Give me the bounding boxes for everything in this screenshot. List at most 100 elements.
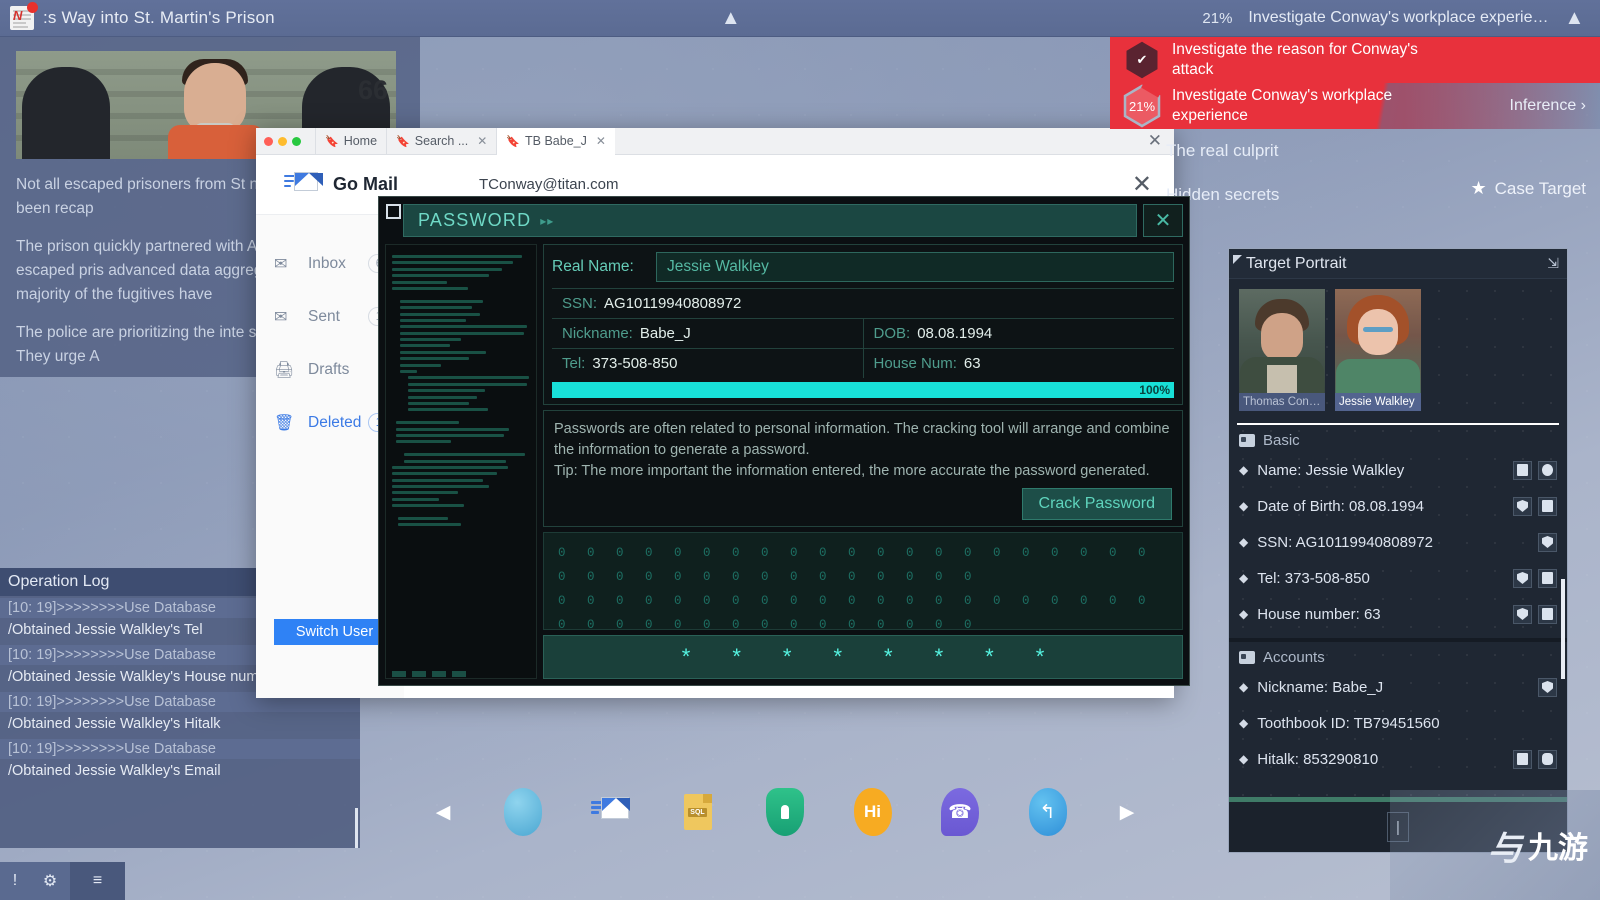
gomail-icon[interactable] [589,787,631,837]
collapse-icon[interactable]: ⇲ [1547,255,1559,272]
task-title[interactable]: Investigate Conway's workplace experie… [1248,9,1548,27]
password-char: * [985,644,994,669]
real-name-field: Real Name: Jessie Walkley [552,251,1174,283]
list-item[interactable]: ◆ Nickname: Babe_J [1239,669,1557,705]
minimize-window-dot[interactable] [278,136,287,146]
hi-messenger-icon[interactable]: Hi [852,787,894,837]
crack-progress-bar: 100% [552,382,1174,398]
portrait-card-jessie-walkley[interactable]: Jessie Walkley [1335,289,1421,419]
chevron-up-icon[interactable]: ▲ [721,8,742,28]
doc-icon[interactable] [1538,496,1557,516]
news-ticker-title[interactable]: :s Way into St. Martin's Prison [43,8,275,28]
ssn-value: AG10119940808972 [604,295,742,312]
close-window-dot[interactable] [264,136,273,146]
crack-password-button[interactable]: Crack Password [1021,488,1172,520]
cracker-hint-box: Passwords are often related to personal … [543,410,1183,527]
info-hitalk: Hitalk: 853290810 [1257,750,1379,768]
list-item[interactable]: ◆ House number: 63 [1239,596,1557,632]
sql-database-icon[interactable]: SQL [677,787,719,837]
browser-tab-search[interactable]: 🔖 Search ... ✕ [386,127,496,155]
cracker-titlebar: PASSWORD ▸▸ [403,204,1137,237]
objective-real-culprit[interactable]: The real culprit [1110,129,1600,173]
tel-cell[interactable]: Tel: 373-508-850 [552,349,863,378]
inference-button[interactable]: Inference › [1510,97,1600,115]
portrait-thumbnails: Thomas Conway Jessie Walkley [1229,279,1567,419]
list-item: [10: 19]>>>>>>>>Use Database /Obtained J… [0,739,360,784]
chevron-up-icon[interactable]: ▲ [1565,8,1586,28]
cracker-main: Real Name: Jessie Walkley SSN: AG1011994… [543,244,1183,679]
dock-prev-button[interactable]: ◀ [430,801,456,824]
shield-icon[interactable] [1513,604,1532,624]
dock-next-button[interactable]: ▶ [1114,801,1140,824]
objective-label: Investigate the reason for Conway's atta… [1172,41,1418,78]
info-nickname: Nickname: Babe_J [1257,678,1384,696]
password-shield-icon[interactable] [764,787,806,837]
list-item[interactable]: ◆ Hitalk: 853290810 [1239,741,1557,777]
doc-icon[interactable] [1513,460,1532,480]
alert-icon[interactable]: ! [0,862,30,900]
house-num-cell[interactable]: House Num: 63 [862,349,1175,378]
browser-tab-tb-babe-j[interactable]: 🔖 TB Babe_J ✕ [496,127,615,155]
ssn-cell[interactable]: SSN: AG10119940808972 [552,289,1174,318]
real-name-label: Real Name: [552,258,634,275]
house-num-label: House Num: [873,355,957,372]
list-item[interactable]: ◆ Toothbook ID: TB79451560 [1239,705,1557,741]
shield-icon[interactable] [1538,677,1557,697]
table-row: Nickname: Babe_J DOB: 08.08.1994 [552,318,1174,348]
doc-icon[interactable] [1538,604,1557,624]
list-item[interactable]: ◆ SSN: AG10119940808972 [1239,524,1557,560]
bookmark-icon: 🔖 [325,135,339,148]
real-name-input[interactable]: Jessie Walkley [656,252,1174,282]
globe-icon[interactable] [1538,460,1557,480]
portrait-card-thomas-conway[interactable]: Thomas Conway [1239,289,1325,419]
maximize-window-dot[interactable] [292,136,301,146]
trash-icon: 🗑 [274,414,295,432]
bullet-icon: ◆ [1239,535,1249,549]
chat-icon[interactable] [1538,749,1557,769]
operation-log-scrollbar[interactable] [355,808,358,848]
bullet-icon: ◆ [1239,680,1249,694]
shield-icon[interactable] [1513,568,1532,588]
dob-cell[interactable]: DOB: 08.08.1994 [862,319,1175,348]
portrait-panel-scrollbar[interactable] [1561,579,1565,679]
watermark: 与 九游 [1390,790,1600,900]
browser-icon[interactable] [502,787,544,837]
window-controls[interactable] [264,136,301,146]
dob-value: 08.08.1994 [917,325,993,342]
id-card-icon [1239,434,1255,447]
tel-label: Tel: [562,355,586,372]
objective-active[interactable]: 21% Investigate Conway's workplace exper… [1110,83,1600,129]
news-icon[interactable]: N [10,2,38,30]
bookmark-icon: 🔖 [396,135,410,148]
cracker-close-button[interactable]: ✕ [1143,204,1183,237]
gear-icon[interactable]: ⚙ [30,862,70,900]
close-tab-icon[interactable]: ✕ [596,134,606,148]
password-char: * [934,644,944,669]
corner-marker-icon [1233,255,1242,264]
doc-icon[interactable] [1538,568,1557,588]
list-item[interactable]: ◆ Date of Birth: 08.08.1994 [1239,488,1557,524]
phone-icon[interactable]: ☎ [939,787,981,837]
envelope-icon: ✉ [274,255,288,273]
bottom-taskbar: ! ⚙ ≡ [0,862,125,900]
shield-icon[interactable] [1538,532,1557,552]
page-title: Target Portrait [1246,254,1347,272]
top-status-bar: N :s Way into St. Martin's Prison ▲ 21% … [0,0,1600,37]
table-row: SSN: AG10119940808972 [552,288,1174,318]
close-tab-icon[interactable]: ✕ [477,134,487,148]
log-command: [10: 19]>>>>>>>>Use Database [0,739,360,759]
browser-tab-home[interactable]: 🔖 Home [315,127,386,155]
hook-tool-icon[interactable]: ↰ [1027,787,1069,837]
nickname-cell[interactable]: Nickname: Babe_J [552,319,863,348]
watermark-text: 九游 [1528,832,1588,865]
case-target-button[interactable]: ★ Case Target [1471,178,1587,199]
shield-icon[interactable] [1513,496,1532,516]
switch-user-button[interactable]: Switch User [274,619,395,645]
hint-text-primary: Passwords are often related to personal … [554,421,1170,458]
objective-completed[interactable]: ✔ Investigate the reason for Conway's at… [1110,37,1600,83]
section-title: Accounts [1263,649,1325,666]
list-item[interactable]: ◆ Tel: 373-508-850 [1239,560,1557,596]
settings-sliders-icon[interactable]: ≡ [70,862,125,900]
doc-icon[interactable] [1513,749,1532,769]
list-item[interactable]: ◆ Name: Jessie Walkley [1239,452,1557,488]
